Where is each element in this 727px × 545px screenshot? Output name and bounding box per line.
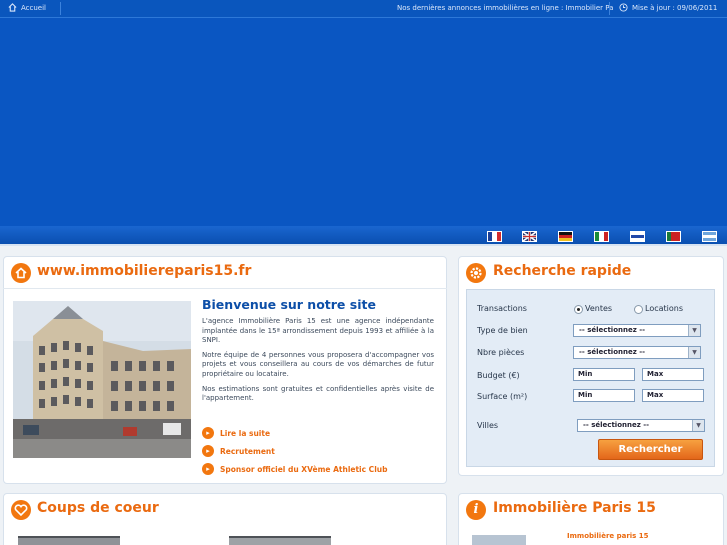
info-icon: i — [466, 500, 486, 520]
page: { "topbar": { "home_label": "Accueil", "… — [0, 0, 727, 545]
home-badge-icon — [11, 263, 31, 283]
sponsor-label: Sponsor officiel du XVème Athletic Club — [220, 464, 388, 474]
recruitment-label: Recrutement — [220, 446, 275, 456]
transactions-label: Transactions — [477, 304, 527, 313]
pt-flag-icon[interactable] — [666, 231, 681, 242]
favorite-photo[interactable] — [229, 536, 331, 545]
banner — [0, 18, 727, 226]
divider — [609, 2, 610, 15]
villes-select[interactable]: -- sélectionnez -- ▼ — [577, 419, 705, 432]
il-flag-icon[interactable] — [630, 231, 645, 242]
arrow-right-icon: ▸ — [202, 427, 214, 439]
agency-title: Immobilière Paris 15 — [493, 500, 656, 516]
pieces-label: Nbre pièces — [477, 348, 525, 357]
uk-flag-icon[interactable] — [522, 231, 537, 242]
language-bar — [0, 226, 727, 246]
budget-label: Budget (€) — [477, 371, 520, 380]
favorite-photo[interactable] — [18, 536, 120, 545]
de-flag-icon[interactable] — [558, 231, 573, 242]
intro-paragraph: L'agence Immobilière Paris 15 est une ag… — [202, 317, 434, 345]
arrow-right-icon: ▸ — [202, 445, 214, 457]
update-label: Mise à jour : 09/06/2011 — [632, 3, 718, 12]
read-more-label: Lire la suite — [220, 428, 271, 438]
update-date: Mise à jour : 09/06/2011 — [619, 3, 717, 12]
type-select-value: -- sélectionnez -- — [579, 326, 646, 334]
ar-flag-icon[interactable] — [702, 231, 717, 242]
type-label: Type de bien — [477, 326, 528, 335]
locations-radio[interactable] — [634, 305, 643, 314]
pieces-select[interactable]: -- sélectionnez -- ▼ — [573, 346, 701, 359]
surface-label: Surface (m²) — [477, 392, 528, 401]
divider — [60, 2, 61, 15]
recruitment-link[interactable]: ▸ Recrutement — [202, 445, 275, 457]
sponsor-link[interactable]: ▸ Sponsor officiel du XVème Athletic Clu… — [202, 463, 387, 475]
chevron-down-icon: ▼ — [692, 420, 704, 431]
welcome-text: L'agence Immobilière Paris 15 est une ag… — [202, 317, 434, 409]
heart-icon — [11, 500, 31, 520]
news-ticker[interactable]: Nos dernières annonces immobilières en l… — [397, 4, 613, 12]
chevron-down-icon: ▼ — [688, 325, 700, 336]
chevron-down-icon: ▼ — [688, 347, 700, 358]
arrow-right-icon: ▸ — [202, 463, 214, 475]
ventes-label: Ventes — [585, 304, 613, 313]
villes-select-value: -- sélectionnez -- — [583, 421, 650, 429]
divider — [3, 288, 447, 289]
pieces-select-value: -- sélectionnez -- — [579, 348, 646, 356]
search-title: Recherche rapide — [493, 263, 632, 279]
fr-flag-icon[interactable] — [487, 231, 502, 242]
top-bar: Accueil Nos dernières annonces immobiliè… — [0, 0, 727, 18]
home-link[interactable]: Accueil — [8, 3, 46, 12]
budget-min-input[interactable]: Min — [573, 368, 635, 381]
agency-subtitle[interactable]: Immobilière paris 15 — [567, 532, 649, 540]
type-select[interactable]: -- sélectionnez -- ▼ — [573, 324, 701, 337]
villes-label: Villes — [477, 421, 499, 430]
favorites-title: Coups de coeur — [37, 500, 159, 516]
building-photo — [13, 301, 191, 458]
home-icon — [8, 3, 17, 12]
ventes-radio[interactable] — [574, 305, 583, 314]
intro-paragraph: Nos estimations sont gratuites et confid… — [202, 384, 434, 403]
welcome-title: Bienvenue sur notre site — [202, 297, 376, 312]
budget-max-input[interactable]: Max — [642, 368, 704, 381]
surface-max-input[interactable]: Max — [642, 389, 704, 402]
read-more-link[interactable]: ▸ Lire la suite — [202, 427, 270, 439]
surface-min-input[interactable]: Min — [573, 389, 635, 402]
gear-icon — [466, 263, 486, 283]
home-label: Accueil — [21, 3, 46, 12]
locations-label: Locations — [645, 304, 684, 313]
site-title: www.immobiliereparis15.fr — [37, 263, 252, 279]
clock-icon — [619, 3, 628, 12]
agency-photo — [472, 535, 526, 545]
it-flag-icon[interactable] — [594, 231, 609, 242]
intro-paragraph: Notre équipe de 4 personnes vous propose… — [202, 350, 434, 378]
search-button[interactable]: Rechercher — [598, 439, 703, 460]
